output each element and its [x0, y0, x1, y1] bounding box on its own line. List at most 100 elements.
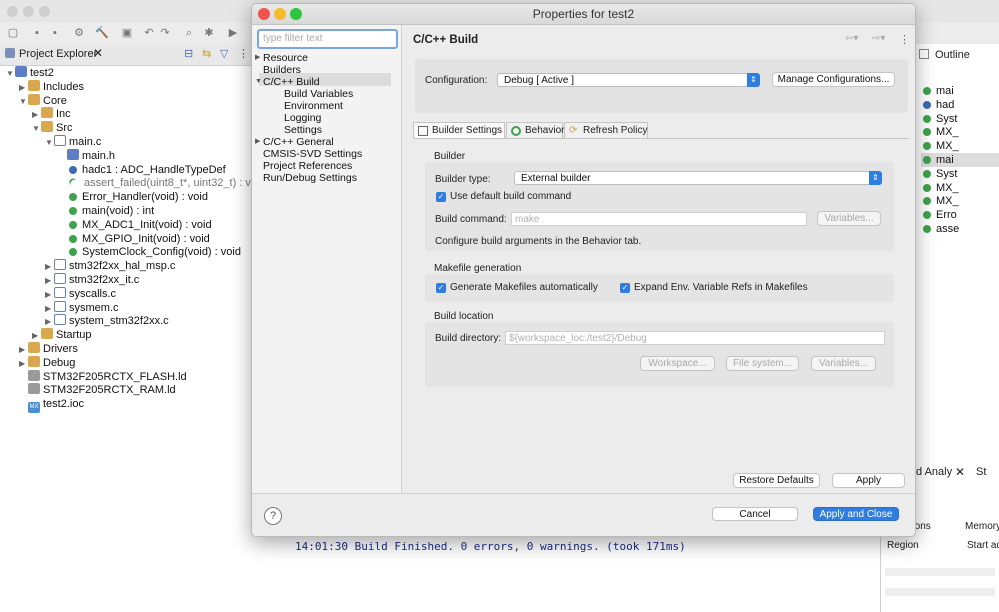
tree-item[interactable]: ▶ Includes — [19, 79, 84, 94]
collapse-all-icon[interactable]: ⊟ — [184, 47, 193, 60]
static-stack-tab[interactable]: St — [976, 466, 986, 478]
apply-and-close-button[interactable]: Apply and Close — [813, 507, 899, 521]
forward-icon[interactable]: ⇨▾ — [872, 33, 885, 44]
nav-item[interactable]: Logging — [284, 112, 321, 124]
file-system-button[interactable]: File system... — [726, 356, 799, 371]
collapsed-twisty-icon[interactable]: ▶ — [255, 52, 260, 64]
outline-item[interactable]: MX_ — [921, 181, 959, 195]
tree-item[interactable]: ▶ syscalls.c — [45, 286, 116, 301]
tree-item[interactable]: ▶ Startup — [32, 328, 91, 342]
close-icon[interactable]: ✕ — [955, 465, 965, 479]
save-icon[interactable]: ▪ — [30, 26, 44, 40]
tree-item[interactable]: ▶ stm32f2xx_hal_msp.c — [45, 259, 175, 273]
project-explorer-tab[interactable]: Project Explorer — [19, 48, 97, 60]
device-icon[interactable]: ▣ — [120, 26, 134, 40]
tree-item[interactable]: ▶ system_stm32f2xx.c — [45, 314, 169, 328]
dialog-close-icon[interactable] — [258, 8, 270, 20]
back-icon[interactable]: ⇦▾ — [845, 33, 858, 44]
nav-item[interactable]: Builders — [263, 64, 301, 76]
tree-item[interactable]: ▼ main.c — [45, 135, 101, 149]
outline-item[interactable]: Erro — [921, 208, 957, 222]
tree-item[interactable]: MX_GPIO_Init(void) : void — [58, 232, 210, 246]
expanded-twisty-icon[interactable]: ▼ — [255, 76, 262, 88]
tree-item[interactable]: Error_Handler(void) : void — [58, 190, 208, 204]
apply-button[interactable]: Apply — [832, 473, 905, 488]
nav-item[interactable]: Run/Debug Settings — [263, 172, 357, 184]
nav-item[interactable]: Environment — [284, 100, 343, 112]
build-config-icon[interactable]: ⚙ — [72, 26, 86, 40]
link-editor-icon[interactable]: ⇆ — [202, 47, 211, 60]
region-column-header[interactable]: Region — [887, 540, 919, 551]
debug-icon[interactable]: ✱ — [202, 26, 216, 40]
dialog-minimize-icon[interactable] — [274, 8, 286, 20]
filter-icon[interactable]: ▽ — [220, 47, 228, 60]
tab-builder-settings[interactable]: Builder Settings — [413, 122, 505, 139]
tree-item[interactable]: main(void) : int — [58, 204, 154, 218]
new-icon[interactable]: ▢ — [6, 26, 20, 40]
filter-input[interactable]: type filter text — [257, 29, 398, 49]
location-variables-button[interactable]: Variables... — [811, 356, 876, 371]
nav-item[interactable]: ▼ C/C++ Build — [255, 76, 320, 88]
tree-item[interactable]: ▶ Drivers — [19, 342, 78, 356]
window-maximize-inactive-icon[interactable] — [39, 6, 50, 17]
tree-item[interactable]: hadc1 : ADC_HandleTypeDef — [58, 163, 226, 177]
build-command-input[interactable]: make — [511, 212, 807, 226]
nav-item[interactable]: CMSIS-SVD Settings — [263, 148, 362, 160]
view-menu-icon[interactable]: ⋮ — [899, 33, 910, 46]
run-icon[interactable]: ▶ — [226, 26, 240, 40]
help-icon[interactable]: ? — [264, 507, 282, 525]
tree-item[interactable]: STM32F205RCTX_FLASH.ld — [19, 369, 187, 384]
window-close-inactive-icon[interactable] — [7, 6, 18, 17]
outline-item[interactable]: Syst — [921, 112, 957, 126]
nav-item[interactable]: ▶ Resource — [255, 52, 308, 64]
tree-item[interactable]: ▼ Src — [32, 121, 73, 135]
expanded-twisty-icon[interactable]: ▼ — [19, 95, 28, 109]
tree-item[interactable]: assert_failed(uint8_t*, uint32_t) : void — [58, 176, 266, 190]
collapsed-twisty-icon[interactable]: ▶ — [255, 136, 260, 148]
generate-makefiles-checkbox[interactable]: ✓ — [436, 283, 446, 293]
expanded-twisty-icon[interactable]: ▼ — [32, 122, 41, 136]
undo-icon[interactable]: ↶ — [142, 26, 156, 40]
outline-item[interactable]: MX_ — [921, 125, 959, 139]
tree-item[interactable]: ▶ Inc — [32, 107, 71, 121]
builder-type-select[interactable]: External builder ⇕ — [514, 171, 882, 185]
cancel-button[interactable]: Cancel — [712, 507, 798, 521]
redo-icon[interactable]: ↷ — [158, 26, 172, 40]
tab-refresh-policy[interactable]: ⟳ Refresh Policy — [564, 122, 648, 139]
tree-item[interactable]: MX_ADC1_Init(void) : void — [58, 218, 212, 232]
restore-defaults-button[interactable]: Restore Defaults — [733, 473, 820, 488]
outline-item[interactable]: asse — [921, 222, 959, 236]
build-icon[interactable]: 🔨 — [95, 26, 109, 40]
nav-item[interactable]: Build Variables — [284, 88, 353, 100]
outline-item[interactable]: MX_ — [921, 194, 959, 208]
workspace-button[interactable]: Workspace... — [640, 356, 715, 371]
expand-env-refs-checkbox[interactable]: ✓ — [620, 283, 630, 293]
dialog-maximize-icon[interactable] — [290, 8, 302, 20]
tree-item[interactable]: MX test2.ioc — [19, 397, 84, 414]
start-address-column-header[interactable]: Start ad — [967, 540, 999, 551]
memory-details-tab[interactable]: Memory — [965, 521, 999, 532]
outline-tab[interactable]: Outline — [935, 49, 970, 61]
tree-item[interactable]: ▶ Debug — [19, 355, 75, 370]
use-default-build-command-checkbox[interactable]: ✓ — [436, 192, 446, 202]
window-minimize-inactive-icon[interactable] — [23, 6, 34, 17]
expanded-twisty-icon[interactable]: ▼ — [45, 136, 54, 150]
tree-item[interactable]: ▼ test2 — [6, 66, 54, 80]
tab-behavior[interactable]: Behavior — [506, 122, 564, 139]
close-icon[interactable]: ✕ — [93, 46, 103, 60]
manage-configurations-button[interactable]: Manage Configurations... — [772, 72, 895, 87]
nav-item[interactable]: Project References — [263, 160, 352, 172]
view-menu-icon[interactable]: ⋮ — [238, 47, 249, 60]
search-icon[interactable]: ⌕ — [182, 26, 196, 40]
build-directory-input[interactable]: ${workspace_loc:/test2}/Debug — [505, 331, 885, 345]
builder-variables-button[interactable]: Variables... — [817, 211, 881, 226]
build-analyzer-tab[interactable]: d Analy — [916, 466, 952, 478]
tree-item[interactable]: ▼ Core — [19, 93, 67, 109]
tree-item[interactable]: ▶ stm32f2xx_it.c — [45, 273, 139, 287]
outline-item[interactable]: Syst — [921, 167, 957, 181]
nav-item[interactable]: Settings — [284, 124, 322, 136]
outline-item[interactable]: mai — [921, 84, 954, 98]
tree-item[interactable]: ▶ sysmem.c — [45, 300, 119, 315]
outline-item[interactable]: had — [921, 98, 954, 112]
expanded-twisty-icon[interactable]: ▼ — [6, 67, 15, 81]
